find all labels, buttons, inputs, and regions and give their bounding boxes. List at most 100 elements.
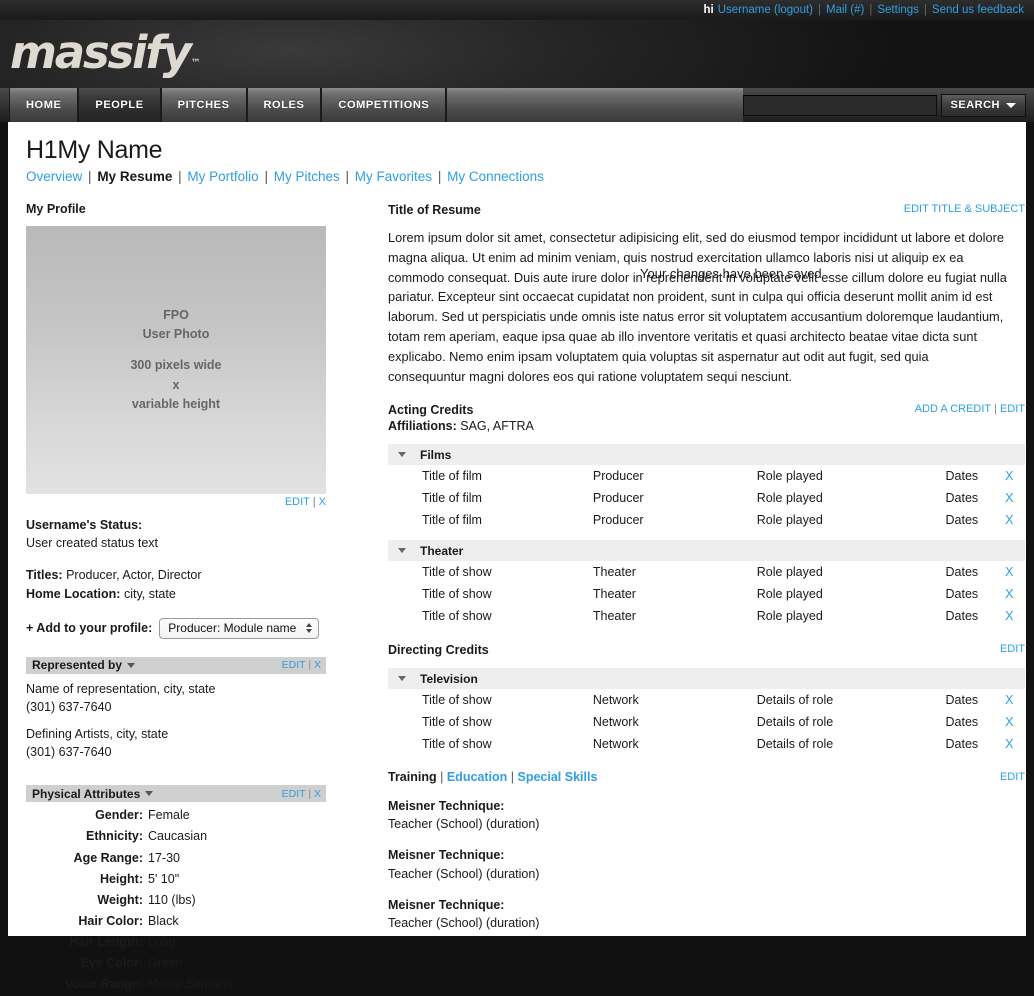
search-button-label: SEARCH: [950, 99, 1000, 111]
credit-network: Network: [592, 737, 639, 752]
training-entry-title: Meisner Technique:: [388, 848, 505, 863]
attribute-row: Hair Color: Black: [26, 912, 326, 930]
search-input[interactable]: [742, 94, 937, 116]
training-tab-education[interactable]: Education: [447, 770, 507, 784]
subnav-item-my-portfolio[interactable]: My Portfolio: [187, 169, 258, 184]
attribute-row: Ethnicity: Caucasian: [26, 827, 326, 845]
representation-entry: Name of representation, city, state (301…: [26, 680, 326, 716]
add-a-credit-link[interactable]: ADD A CREDIT: [915, 403, 991, 415]
photo-remove-link[interactable]: X: [319, 496, 326, 508]
credit-remove-link[interactable]: X: [1005, 609, 1025, 623]
credit-remove-link[interactable]: X: [1005, 737, 1025, 751]
subnav-item-my-pitches[interactable]: My Pitches: [274, 169, 340, 184]
credit-company: Producer: [592, 469, 644, 484]
directing-credits-edit-link[interactable]: EDIT: [1000, 643, 1025, 655]
training-entry: Meisner Technique: Teacher (School) (dur…: [388, 896, 1025, 932]
credit-dates: Dates: [945, 693, 979, 708]
training-tab-special-skills[interactable]: Special Skills: [517, 770, 597, 784]
nav-tab-roles[interactable]: ROLES: [246, 88, 322, 122]
massify-logo[interactable]: massify™: [10, 30, 201, 75]
credit-role-details: Details of role: [756, 715, 834, 730]
credit-remove-link[interactable]: X: [1005, 469, 1025, 483]
chevron-down-icon: [306, 629, 313, 634]
nav-tab-home[interactable]: HOME: [9, 88, 79, 122]
logout-paren-close: ): [809, 4, 814, 16]
credit-remove-link[interactable]: X: [1005, 587, 1025, 601]
physical-attributes-remove-link[interactable]: X: [314, 788, 321, 800]
representation-entry: Defining Artists, city, state (301) 637-…: [26, 725, 326, 761]
subnav-item-my-connections[interactable]: My Connections: [447, 169, 544, 184]
training-actions: EDIT: [1000, 770, 1025, 783]
physical-attributes-title-group[interactable]: Physical Attributes: [32, 787, 154, 801]
feedback-link[interactable]: Send us feedback: [932, 4, 1024, 16]
logout-link[interactable]: logout: [778, 4, 809, 16]
nav-tab-competitions[interactable]: COMPETITIONS: [321, 88, 447, 122]
subnav-item-my-resume[interactable]: My Resume: [97, 169, 172, 184]
attribute-value: Black: [148, 913, 179, 928]
attribute-value: Green: [148, 956, 183, 971]
represented-by-title-group[interactable]: Represented by: [32, 658, 136, 672]
credit-remove-link[interactable]: X: [1005, 565, 1025, 579]
home-location-label: Home Location:: [26, 587, 121, 601]
subnav-item-overview[interactable]: Overview: [26, 169, 82, 184]
represented-by-edit-link[interactable]: EDIT: [282, 659, 306, 671]
chevron-down-icon: [145, 791, 154, 797]
credit-role: Role played: [756, 513, 823, 528]
resume-body-text: Lorem ipsum dolor sit amet, consectetur …: [388, 229, 1007, 384]
acting-credits-title: Acting Credits: [388, 402, 474, 417]
divider: |: [923, 4, 927, 16]
page-title: H1My Name: [26, 136, 163, 164]
fpo-line-3: 300 pixels wide: [130, 358, 222, 373]
training-entry-detail: Teacher (School) (duration): [388, 817, 540, 832]
credit-group-label: Films: [420, 447, 452, 462]
credit-remove-link[interactable]: X: [1005, 491, 1025, 505]
search-button[interactable]: SEARCH: [940, 93, 1026, 117]
credit-remove-link[interactable]: X: [1005, 513, 1025, 527]
top-utility-bar: hi Username (logout) | Mail (#) | Settin…: [0, 0, 1034, 20]
chevron-down-icon: [398, 676, 406, 682]
photo-edit-link[interactable]: EDIT: [285, 496, 310, 508]
attribute-key: Height:: [99, 871, 143, 886]
module-select[interactable]: Producer: Module name: [159, 617, 320, 639]
physical-attributes-edit-link[interactable]: EDIT: [282, 788, 306, 800]
username-link[interactable]: Username: [718, 4, 771, 16]
table-row: Title of film Producer Role played Dates…: [388, 487, 1025, 509]
credit-group-header-theater[interactable]: Theater: [388, 540, 1025, 562]
credit-company: Theater: [592, 565, 636, 580]
settings-link[interactable]: Settings: [877, 4, 919, 16]
nav-tab-people[interactable]: PEOPLE: [78, 88, 161, 122]
training-edit-link[interactable]: EDIT: [1000, 771, 1025, 783]
credit-group-header-television[interactable]: Television: [388, 668, 1025, 690]
credit-role: Role played: [756, 609, 823, 624]
credit-dates: Dates: [945, 609, 979, 624]
representation-phone: (301) 637-7640: [26, 699, 112, 714]
table-row: Title of show Theater Role played Dates …: [388, 583, 1025, 605]
edit-title-subject-link[interactable]: EDIT TITLE & SUBJECT: [904, 203, 1025, 215]
attribute-row: Voice Range: Metso Saprano: [26, 975, 326, 993]
credit-dates: Dates: [945, 491, 979, 506]
physical-attributes-header: Physical Attributes EDIT | X: [26, 785, 326, 803]
credit-remove-link[interactable]: X: [1005, 693, 1025, 707]
divider: |: [437, 169, 442, 184]
chevron-down-icon: [398, 548, 406, 554]
training-tab-training[interactable]: Training: [388, 770, 437, 784]
credit-remove-link[interactable]: X: [1005, 715, 1025, 729]
affiliations-line: Affiliations: SAG, AFTRA: [388, 418, 534, 435]
credit-title: Title of film: [422, 513, 482, 528]
logo-band: massify™: [0, 20, 1034, 88]
mail-link[interactable]: Mail (#): [826, 4, 864, 16]
directing-credits-title: Directing Credits: [388, 643, 489, 658]
credit-role-details: Details of role: [756, 737, 834, 752]
credit-group-header-films[interactable]: Films: [388, 444, 1025, 466]
resume-title: Title of Resume: [388, 203, 481, 217]
divider: |: [264, 169, 268, 184]
titles-value: Producer, Actor, Director: [66, 568, 202, 583]
nav-tab-pitches[interactable]: PITCHES: [160, 88, 247, 122]
subnav-item-my-favorites[interactable]: My Favorites: [355, 169, 432, 184]
represented-by-remove-link[interactable]: X: [314, 659, 321, 671]
acting-credits-edit-link[interactable]: EDIT: [1000, 403, 1025, 415]
credit-company: Producer: [592, 513, 644, 528]
divider: |: [308, 659, 312, 672]
credit-network: Network: [592, 715, 639, 730]
